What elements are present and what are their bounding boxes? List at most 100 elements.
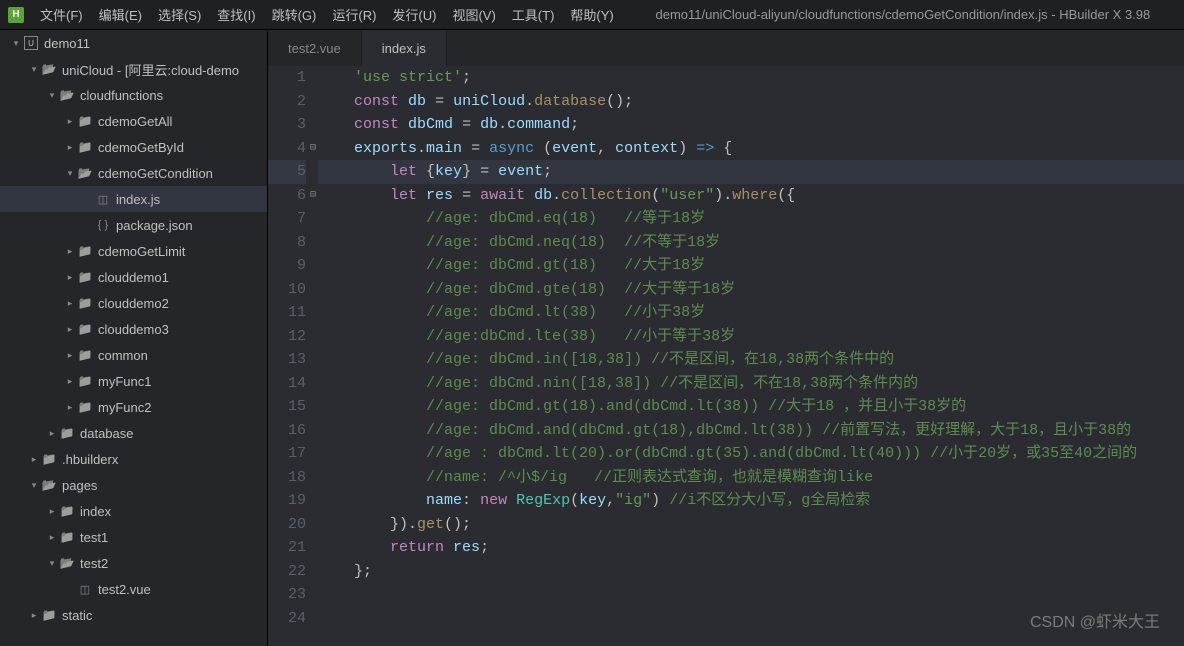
menu-item-2[interactable]: 选择(S) [158, 5, 201, 24]
chevron-down-icon[interactable]: ▾ [28, 480, 40, 491]
code-line-10[interactable]: //age: dbCmd.gte(18) //大于等于18岁 [318, 278, 1184, 302]
menu-item-0[interactable]: 文件(F) [40, 5, 83, 24]
tree-item-test2[interactable]: ▾test2 [0, 550, 267, 576]
code-line-16[interactable]: //age: dbCmd.and(dbCmd.gt(18),dbCmd.lt(3… [318, 419, 1184, 443]
tree-item-package.json[interactable]: { }package.json [0, 212, 267, 238]
tree-item-cdemoGetCondition[interactable]: ▾ cdemoGetCondition [0, 160, 267, 186]
chevron-down-icon[interactable]: ▾ [46, 90, 58, 101]
tree-item-clouddemo2[interactable]: ▸ clouddemo2 [0, 290, 267, 316]
tree-item-static[interactable]: ▸ static [0, 602, 267, 628]
tree-label: index [80, 504, 111, 519]
file-explorer[interactable]: ▾Udemo11▾uniCloud - [阿里云:cloud-demo▾clou… [0, 30, 268, 646]
chevron-right-icon[interactable]: ▸ [64, 116, 76, 127]
code-line-9[interactable]: //age: dbCmd.gt(18) //大于18岁 [318, 254, 1184, 278]
tree-item-uniCloud - [阿里云:cloud-demo[interactable]: ▾ uniCloud - [阿里云:cloud-demo [0, 56, 267, 82]
code-line-4[interactable]: exports.main = async (event, context) =>… [318, 137, 1184, 161]
tree-label: cdemoGetCondition [98, 166, 213, 181]
tree-label: .hbuilderx [62, 452, 118, 467]
tree-item-test1[interactable]: ▸test1 [0, 524, 267, 550]
tree-item-cdemoGetById[interactable]: ▸cdemoGetById [0, 134, 267, 160]
fold-icon[interactable]: ⊟ [310, 184, 316, 208]
code-line-23[interactable]: }; [318, 560, 1184, 584]
fold-icon[interactable]: ⊟ [310, 137, 316, 161]
chevron-down-icon[interactable]: ▾ [64, 168, 76, 179]
chevron-right-icon[interactable]: ▸ [46, 506, 58, 517]
chevron-down-icon[interactable]: ▾ [10, 38, 22, 49]
code-line-6[interactable]: let res = await db.collection("user").wh… [318, 184, 1184, 208]
code-line-13[interactable]: //age: dbCmd.in([18,38]) //不是区间，在18,38两个… [318, 348, 1184, 372]
line-gutter: 1234⊟56⊟78910111213141516171819202122232… [268, 66, 318, 646]
menu-item-9[interactable]: 帮助(Y) [570, 5, 613, 24]
tree-item-cdemoGetAll[interactable]: ▸cdemoGetAll [0, 108, 267, 134]
tree-label: test2.vue [98, 582, 151, 597]
menu-item-3[interactable]: 查找(I) [217, 5, 255, 24]
chevron-right-icon[interactable]: ▸ [64, 142, 76, 153]
chevron-right-icon[interactable]: ▸ [64, 376, 76, 387]
menu-item-8[interactable]: 工具(T) [512, 5, 555, 24]
folder-open-icon [58, 88, 76, 102]
tree-item-test2.vue[interactable]: ◫ test2.vue [0, 576, 267, 602]
chevron-right-icon[interactable]: ▸ [64, 272, 76, 283]
code-line-19[interactable]: name: new RegExp(key,"ig") //i不区分大小写，g全局… [318, 489, 1184, 513]
tree-label: myFunc1 [98, 374, 151, 389]
chevron-right-icon[interactable]: ▸ [46, 532, 58, 543]
chevron-down-icon[interactable]: ▾ [46, 558, 58, 569]
tree-label: pages [62, 478, 97, 493]
menu-item-6[interactable]: 发行(U) [392, 5, 436, 24]
tree-item-myFunc1[interactable]: ▸ myFunc1 [0, 368, 267, 394]
chevron-right-icon[interactable]: ▸ [46, 428, 58, 439]
file-icon: ◫ [76, 583, 94, 596]
code-line-1[interactable]: 'use strict'; [318, 66, 1184, 90]
tree-item-index.js[interactable]: ◫index.js [0, 186, 267, 212]
tree-item-myFunc2[interactable]: ▸ myFunc2 [0, 394, 267, 420]
tree-item-demo11[interactable]: ▾Udemo11 [0, 30, 267, 56]
tree-item-.hbuilderx[interactable]: ▸ .hbuilderx [0, 446, 267, 472]
code-line-18[interactable]: //name: /^小$/ig //正则表达式查询，也就是模糊查询like [318, 466, 1184, 490]
code-line-7[interactable]: //age: dbCmd.eq(18) //等于18岁 [318, 207, 1184, 231]
tree-label: myFunc2 [98, 400, 151, 415]
code-line-11[interactable]: //age: dbCmd.lt(38) //小于38岁 [318, 301, 1184, 325]
tree-item-index[interactable]: ▸ index [0, 498, 267, 524]
chevron-right-icon[interactable]: ▸ [64, 350, 76, 361]
menu-item-1[interactable]: 编辑(E) [99, 5, 142, 24]
chevron-right-icon[interactable]: ▸ [28, 610, 40, 621]
code-line-20[interactable]: }).get(); [318, 513, 1184, 537]
code-line-12[interactable]: //age:dbCmd.lte(38) //小于等于38岁 [318, 325, 1184, 349]
tree-label: demo11 [44, 36, 90, 51]
tree-label: uniCloud - [阿里云:cloud-demo [62, 60, 239, 79]
folder-icon [76, 348, 94, 362]
code-line-17[interactable]: //age : dbCmd.lt(20).or(dbCmd.gt(35).and… [318, 442, 1184, 466]
code-line-2[interactable]: const db = uniCloud.database(); [318, 90, 1184, 114]
menu-item-7[interactable]: 视图(V) [452, 5, 495, 24]
tree-item-clouddemo3[interactable]: ▸clouddemo3 [0, 316, 267, 342]
chevron-right-icon[interactable]: ▸ [28, 454, 40, 465]
tree-label: clouddemo2 [98, 296, 169, 311]
tree-item-cloudfunctions[interactable]: ▾cloudfunctions [0, 82, 267, 108]
tab-test2.vue[interactable]: test2.vue [268, 30, 362, 66]
code-line-15[interactable]: //age: dbCmd.gt(18).and(dbCmd.lt(38)) //… [318, 395, 1184, 419]
menu-item-4[interactable]: 跳转(G) [272, 5, 317, 24]
menubar: H 文件(F)编辑(E)选择(S)查找(I)跳转(G)运行(R)发行(U)视图(… [0, 0, 1184, 30]
code-line-8[interactable]: //age: dbCmd.neq(18) //不等于18岁 [318, 231, 1184, 255]
chevron-right-icon[interactable]: ▸ [64, 298, 76, 309]
chevron-right-icon[interactable]: ▸ [64, 246, 76, 257]
tree-item-database[interactable]: ▸database [0, 420, 267, 446]
tab-index.js[interactable]: index.js [362, 30, 447, 66]
folder-icon [58, 426, 76, 440]
code-editor[interactable]: 1234⊟56⊟78910111213141516171819202122232… [268, 66, 1184, 646]
code-content[interactable]: 'use strict'; const db = uniCloud.databa… [318, 66, 1184, 646]
code-line-14[interactable]: //age: dbCmd.nin([18,38]) //不是区间，不在18,38… [318, 372, 1184, 396]
tree-label: common [98, 348, 148, 363]
code-line-5[interactable]: let {key} = event; [318, 160, 1184, 184]
chevron-down-icon[interactable]: ▾ [28, 64, 40, 75]
menu-item-5[interactable]: 运行(R) [332, 5, 376, 24]
tree-item-common[interactable]: ▸ common [0, 342, 267, 368]
tree-item-cdemoGetLimit[interactable]: ▸cdemoGetLimit [0, 238, 267, 264]
chevron-right-icon[interactable]: ▸ [64, 324, 76, 335]
chevron-right-icon[interactable]: ▸ [64, 402, 76, 413]
tree-item-clouddemo1[interactable]: ▸clouddemo1 [0, 264, 267, 290]
tree-item-pages[interactable]: ▾ pages [0, 472, 267, 498]
code-line-22[interactable]: return res; [318, 536, 1184, 560]
tree-label: static [62, 608, 92, 623]
code-line-3[interactable]: const dbCmd = db.command; [318, 113, 1184, 137]
